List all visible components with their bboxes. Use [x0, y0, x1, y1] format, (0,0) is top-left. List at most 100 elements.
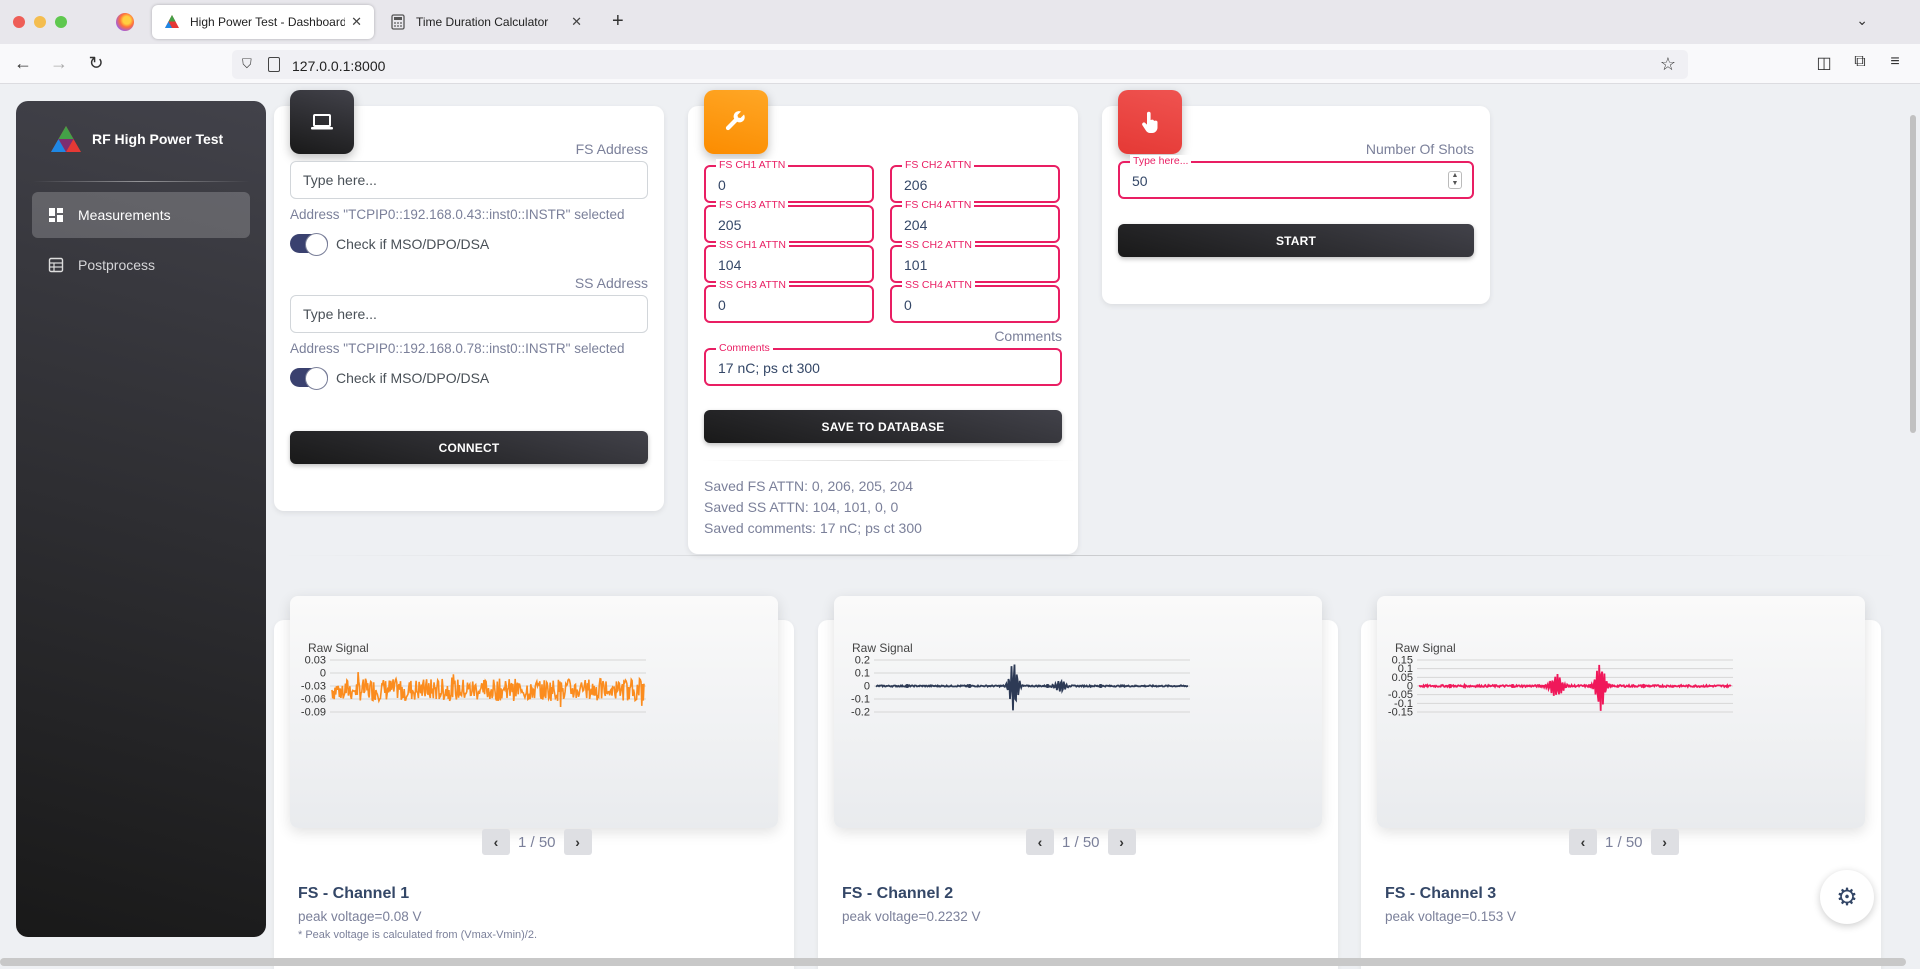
- shield-icon[interactable]: ⛉: [242, 56, 252, 72]
- wrench-icon: [704, 90, 768, 154]
- tab-dashboard[interactable]: High Power Test - Dashboard ✕: [152, 5, 374, 39]
- vertical-scrollbar[interactable]: [1910, 115, 1916, 433]
- forward-arrow-icon[interactable]: →: [48, 53, 70, 74]
- url-bar[interactable]: ⛉ 127.0.0.1:8000 ☆: [232, 50, 1688, 79]
- shots-field[interactable]: Type here... 50 ▲ ▼: [1118, 155, 1474, 199]
- y-tick-label: -0.03: [301, 681, 326, 693]
- extensions-icon[interactable]: ⧉: [1850, 53, 1870, 71]
- new-tab-button[interactable]: +: [612, 10, 624, 33]
- maximize-window-button[interactable]: [55, 16, 67, 28]
- y-tick-label: 0.1: [855, 668, 870, 680]
- fs-address-label: FS Address: [575, 141, 648, 157]
- field-value[interactable]: 0: [904, 297, 912, 313]
- ss-ch1-attn-field[interactable]: SS CH1 ATTN 104: [704, 239, 874, 283]
- chart-container: Raw Signal 0.2 0.1 0 -0.1 -0.2: [834, 596, 1322, 828]
- firefox-icon[interactable]: [116, 13, 134, 31]
- ss-ch2-attn-field[interactable]: SS CH2 ATTN 101: [890, 239, 1060, 283]
- next-button[interactable]: ›: [1107, 829, 1136, 855]
- pager-text: 1 / 50: [1605, 833, 1643, 851]
- fs-mso-toggle[interactable]: [290, 233, 328, 256]
- section-divider: [275, 555, 1905, 556]
- saved-comments-text: Saved comments: 17 nC; ps ct 300: [704, 520, 922, 536]
- field-value[interactable]: 17 nC; ps ct 300: [718, 360, 820, 376]
- next-button[interactable]: ›: [563, 829, 592, 855]
- data-point: [1641, 684, 1646, 688]
- field-value[interactable]: 206: [904, 177, 927, 193]
- brand-logo-icon: [165, 15, 179, 28]
- ss-ch4-attn-field[interactable]: SS CH4 ATTN 0: [890, 279, 1060, 323]
- channel-title: FS - Channel 3: [1385, 885, 1497, 902]
- settings-button[interactable]: ⚙: [1820, 870, 1874, 924]
- minimize-window-button[interactable]: [34, 16, 46, 28]
- reload-icon[interactable]: ↻: [85, 53, 107, 74]
- close-window-button[interactable]: [13, 16, 25, 28]
- chevron-down-icon[interactable]: ⌄: [1856, 12, 1868, 29]
- start-button[interactable]: START: [1118, 224, 1474, 257]
- channel-title: FS - Channel 1: [298, 885, 410, 902]
- menu-icon[interactable]: ≡: [1885, 53, 1905, 71]
- prev-button[interactable]: ‹: [482, 829, 510, 855]
- ss-mso-toggle[interactable]: [290, 367, 328, 390]
- prev-button[interactable]: ‹: [1569, 829, 1597, 855]
- field-value[interactable]: 205: [718, 217, 741, 233]
- field-label: SS CH2 ATTN: [902, 239, 975, 251]
- y-tick-label: -0.15: [1388, 707, 1413, 719]
- calculator-icon: [391, 14, 405, 30]
- pocket-icon[interactable]: ◫: [1814, 53, 1834, 73]
- close-icon[interactable]: ✕: [571, 14, 582, 30]
- field-value[interactable]: 204: [904, 217, 927, 233]
- field-label: FS CH4 ATTN: [902, 199, 975, 211]
- fs-address-input[interactable]: [290, 161, 648, 199]
- stepper-icon[interactable]: ▲ ▼: [1448, 171, 1462, 189]
- fs-ch1-attn-field[interactable]: FS CH1 ATTN 0: [704, 159, 874, 203]
- sidebar: RF High Power Test Measurements Postproc…: [16, 101, 266, 937]
- field-value[interactable]: 104: [718, 257, 741, 273]
- chart-svg[interactable]: 0.030-0.03-0.06-0.09: [290, 596, 778, 828]
- data-point: [967, 684, 972, 688]
- field-value[interactable]: 0: [718, 297, 726, 313]
- pager: ‹ 1 / 50 ›: [1026, 829, 1136, 855]
- field-value[interactable]: 0: [718, 177, 726, 193]
- sidebar-item-measurements[interactable]: Measurements: [32, 192, 250, 238]
- field-label: Comments: [716, 342, 773, 354]
- page-icon: [268, 57, 280, 72]
- pager-text: 1 / 50: [1062, 833, 1100, 851]
- peak-voltage-text: peak voltage=0.2232 V: [842, 909, 981, 924]
- fs-selected-text: Address "TCPIP0::192.168.0.43::inst0::IN…: [290, 207, 625, 222]
- ss-address-input[interactable]: [290, 295, 648, 333]
- url-text[interactable]: 127.0.0.1:8000: [292, 58, 385, 74]
- pager: ‹ 1 / 50 ›: [482, 829, 592, 855]
- horizontal-scrollbar[interactable]: [0, 958, 1906, 966]
- sidebar-item-postprocess[interactable]: Postprocess: [32, 242, 250, 288]
- prev-button[interactable]: ‹: [1026, 829, 1054, 855]
- chart-svg[interactable]: 0.20.10-0.1-0.2: [834, 596, 1322, 828]
- brand[interactable]: RF High Power Test: [50, 125, 223, 153]
- close-icon[interactable]: ✕: [351, 14, 362, 30]
- data-point: [1448, 684, 1453, 688]
- field-value[interactable]: 50: [1132, 173, 1148, 189]
- next-button[interactable]: ›: [1650, 829, 1679, 855]
- field-label: Type here...: [1130, 155, 1192, 167]
- connect-button[interactable]: CONNECT: [290, 431, 648, 464]
- ss-ch3-attn-field[interactable]: SS CH3 ATTN 0: [704, 279, 874, 323]
- bookmark-star-icon[interactable]: ☆: [1660, 54, 1676, 75]
- field-value[interactable]: 101: [904, 257, 927, 273]
- touch-icon: [1118, 90, 1182, 154]
- save-to-database-button[interactable]: SAVE TO DATABASE: [704, 410, 1062, 443]
- browser-nav-bar: ← → ↻ ⛉ 127.0.0.1:8000 ☆ ◫ ⧉ ≡: [0, 44, 1920, 84]
- chart-container: Raw Signal 0.03 0 -0.03 -0.06 -0.09: [290, 596, 778, 828]
- tab-time-calculator[interactable]: Time Duration Calculator ✕: [378, 5, 594, 39]
- channel-title: FS - Channel 2: [842, 885, 954, 902]
- y-tick-label: 0: [320, 668, 326, 680]
- back-arrow-icon[interactable]: ←: [12, 53, 34, 74]
- ss-selected-text: Address "TCPIP0::192.168.0.78::inst0::IN…: [290, 341, 625, 356]
- fs-ch2-attn-field[interactable]: FS CH2 ATTN 206: [890, 159, 1060, 203]
- signal-line: [1418, 664, 1732, 711]
- fs-ch4-attn-field[interactable]: FS CH4 ATTN 204: [890, 199, 1060, 243]
- chart-svg[interactable]: 0.150.10.050-0.05-0.1-0.15: [1377, 596, 1865, 828]
- data-point: [1510, 684, 1515, 688]
- fs-ch3-attn-field[interactable]: FS CH3 ATTN 205: [704, 199, 874, 243]
- fs-mso-label: Check if MSO/DPO/DSA: [336, 236, 490, 252]
- y-tick-label: -0.09: [301, 707, 326, 719]
- comments-field[interactable]: Comments 17 nC; ps ct 300: [704, 342, 1062, 386]
